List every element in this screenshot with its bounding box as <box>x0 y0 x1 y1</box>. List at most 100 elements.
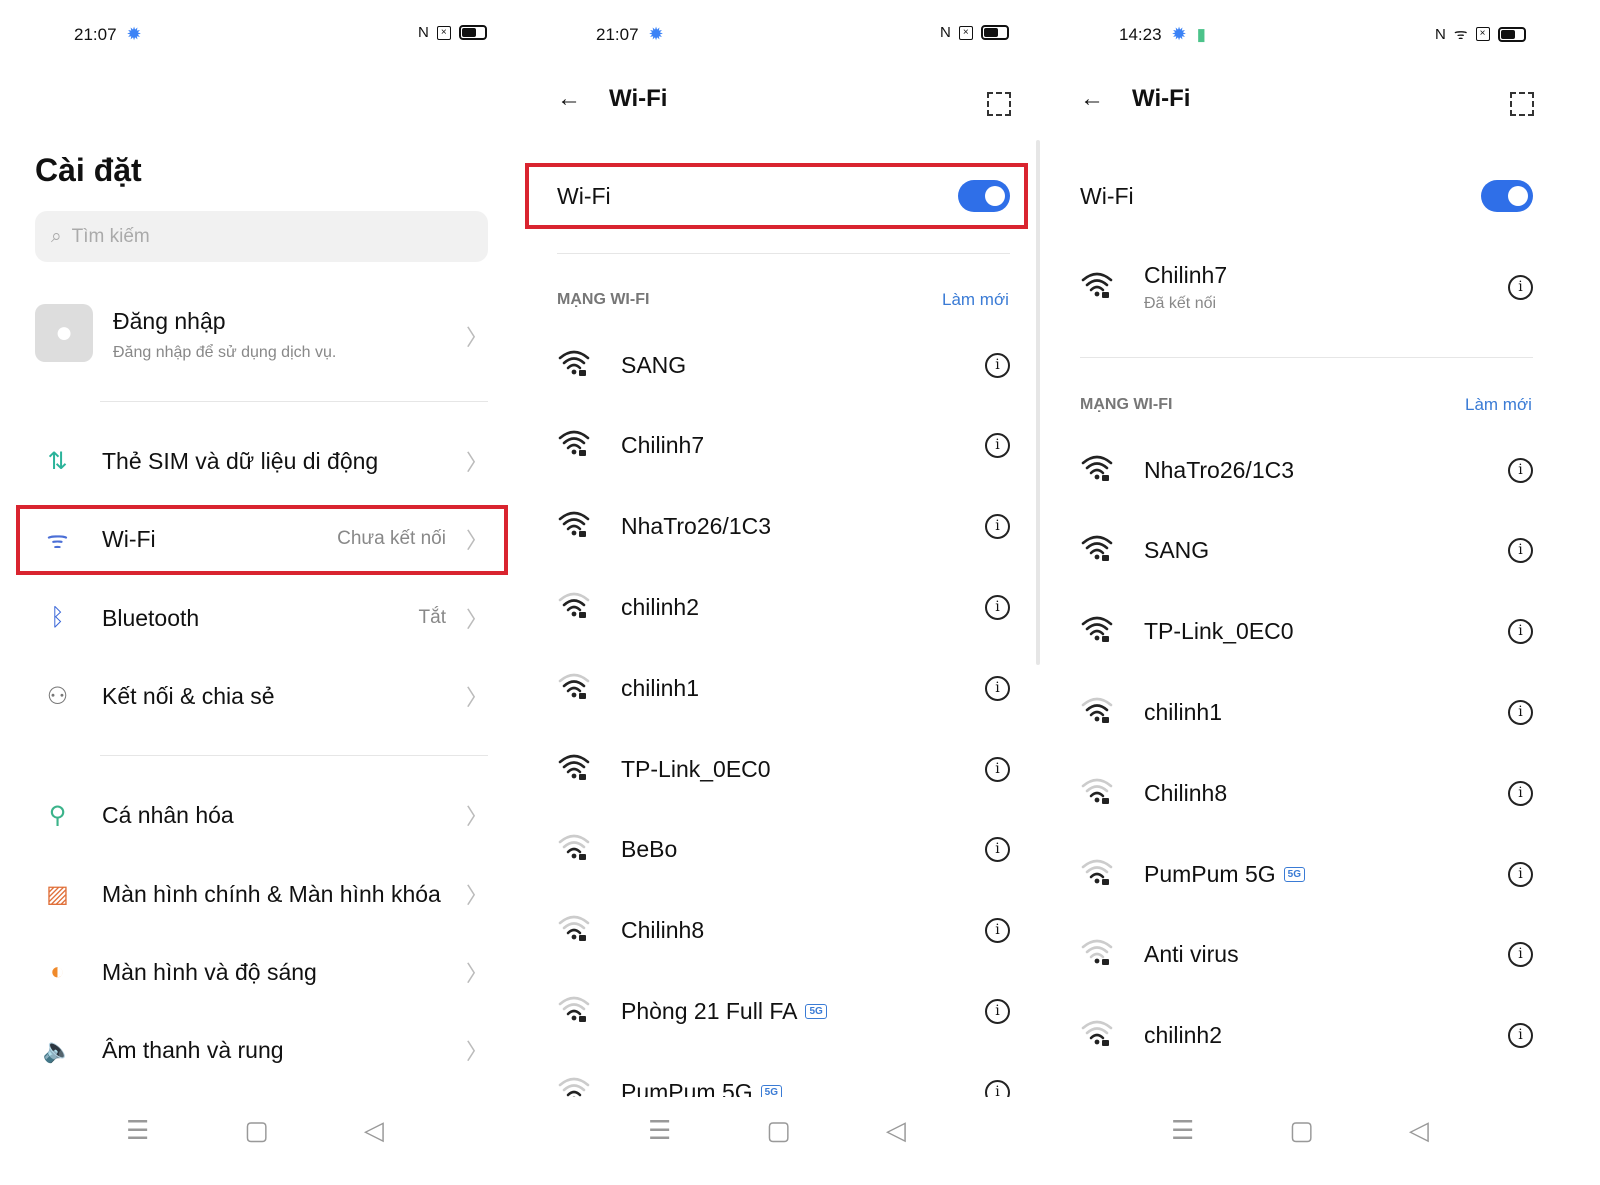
search-placeholder: Tìm kiếm <box>71 225 150 247</box>
menu-icon[interactable]: ☰ <box>126 1115 149 1146</box>
info-icon[interactable]: i <box>1508 861 1533 887</box>
section-header: MẠNG WI-FI <box>1080 396 1173 413</box>
info-icon[interactable]: i <box>1508 780 1533 806</box>
no-sim-icon: × <box>958 25 973 40</box>
menu-icon[interactable]: ☰ <box>1171 1115 1194 1146</box>
wifi-network-item[interactable]: chilinh1 i <box>1080 687 1533 737</box>
status-bar: 14:23 ✹ ▮ <box>1119 24 1206 45</box>
wifi-signal-icon <box>1080 270 1114 305</box>
home-icon[interactable]: ▢ <box>1289 1115 1314 1146</box>
settings-item[interactable]: ▨ Màn hình chính & Màn hình khóa 〉 <box>35 864 488 924</box>
settings-item[interactable]: ᛒ Bluetooth Tắt 〉 <box>35 588 488 648</box>
divider <box>557 253 1010 254</box>
info-icon[interactable]: i <box>1508 457 1533 483</box>
info-icon[interactable]: i <box>985 918 1010 944</box>
wifi-network-item[interactable]: NhaTro26/1C3 i <box>1080 445 1533 495</box>
info-icon[interactable]: i <box>985 514 1010 540</box>
wifi-network-item[interactable]: Anti virus i <box>1080 930 1533 980</box>
info-icon[interactable]: i <box>985 837 1010 863</box>
info-icon[interactable]: i <box>985 433 1010 459</box>
info-icon[interactable]: i <box>985 594 1010 620</box>
wifi-network-item[interactable]: TP-Link_0EC0 i <box>1080 607 1533 657</box>
wifi-network-item[interactable]: Chilinh8 i <box>1080 768 1533 818</box>
info-icon[interactable]: i <box>1508 1023 1533 1049</box>
info-icon[interactable]: i <box>985 675 1010 701</box>
highlight-box <box>525 163 1028 229</box>
chevron-right-icon: 〉 <box>465 325 488 350</box>
network-name: NhaTro26/1C3 <box>621 513 772 540</box>
network-name: SANG <box>621 351 687 378</box>
info-icon[interactable]: i <box>1508 942 1533 968</box>
back-arrow-icon[interactable]: ← <box>1080 85 1104 113</box>
wifi-network-item[interactable]: PumPum 5G 5G i <box>1080 849 1533 899</box>
settings-item[interactable]: 🔈 Âm thanh và rung 〉 <box>35 1020 488 1080</box>
back-arrow-icon[interactable]: ← <box>557 85 581 113</box>
settings-item[interactable]: ⇅ Thẻ SIM và dữ liệu di động 〉 <box>35 431 488 491</box>
header-title: Wi-Fi <box>609 85 668 112</box>
wifi-network-item[interactable]: Phòng 21 Full FA 5G i <box>557 986 1010 1036</box>
header-title: Wi-Fi <box>1132 85 1191 112</box>
battery-icon <box>980 25 1009 40</box>
network-name: PumPum 5G <box>1144 860 1276 887</box>
info-icon[interactable]: i <box>1508 619 1533 645</box>
gear-icon: ✹ <box>648 24 664 44</box>
chevron-right-icon: 〉 <box>465 961 488 986</box>
wifi-signal-icon <box>1080 695 1114 730</box>
info-icon[interactable]: i <box>1508 699 1533 725</box>
home-icon[interactable]: ▢ <box>766 1115 791 1146</box>
info-icon[interactable]: i <box>985 352 1010 378</box>
wifi-toggle[interactable] <box>1481 180 1533 212</box>
settings-item-label: Âm thanh và rung <box>102 1036 284 1063</box>
info-icon[interactable]: i <box>1508 538 1533 564</box>
settings-screen: 21:07 ✹ N × Cài đặt ⌕ Tìm kiếm ● Đăng nhập … <box>0 0 522 1185</box>
refresh-link[interactable]: Làm mới <box>942 290 1009 310</box>
wifi-status-icon: ᯤ <box>1453 26 1468 43</box>
sound-icon: 🔈 <box>42 1036 73 1064</box>
display-brightness-icon: ◐ <box>50 958 65 985</box>
wifi-signal-icon <box>1080 857 1114 892</box>
wifi-network-item[interactable]: chilinh1 i <box>557 663 1010 713</box>
wifi-network-item[interactable]: SANG i <box>1080 526 1533 576</box>
wifi-network-item[interactable]: chilinh2 i <box>557 582 1010 632</box>
network-name: BeBo <box>621 836 678 863</box>
back-icon[interactable]: ◁ <box>1409 1115 1429 1146</box>
divider <box>1080 357 1533 358</box>
settings-item[interactable]: ⚲ Cá nhân hóa 〉 <box>35 785 488 845</box>
wifi-network-item[interactable]: Chilinh7 i <box>557 421 1010 471</box>
nfc-icon: N <box>418 24 429 41</box>
wifi-network-item[interactable]: NhaTro26/1C3 i <box>557 502 1010 552</box>
wifi-toggle-label: Wi-Fi <box>1080 183 1134 209</box>
search-input[interactable]: ⌕ Tìm kiếm <box>35 211 488 262</box>
login-item[interactable]: ● Đăng nhập Đăng nhập để sử dụng dịch vụ… <box>35 304 488 364</box>
nav-bar: ☰ ▢ ◁ <box>1171 1115 1429 1146</box>
chevron-right-icon: 〉 <box>465 685 488 710</box>
wifi-network-item[interactable]: chilinh2 i <box>1080 1011 1533 1061</box>
info-icon[interactable]: i <box>985 998 1010 1024</box>
scan-qr-icon[interactable] <box>987 92 1011 116</box>
settings-item[interactable]: ⚇ Kết nối & chia sẻ 〉 <box>35 666 488 726</box>
scrollbar[interactable] <box>1036 140 1040 665</box>
header: ← Wi-Fi <box>557 85 667 113</box>
wifi-network-item[interactable]: SANG i <box>557 340 1010 390</box>
info-icon[interactable]: i <box>1508 275 1533 300</box>
status-bar: 21:07 ✹ <box>596 24 664 45</box>
bluetooth-icon: ᛒ <box>50 604 65 631</box>
connected-network[interactable]: Chilinh7 Đã kết nối i <box>1080 260 1533 315</box>
home-icon[interactable]: ▢ <box>244 1115 269 1146</box>
wifi-network-item[interactable]: BeBo i <box>557 825 1010 875</box>
back-icon[interactable]: ◁ <box>364 1115 384 1146</box>
refresh-link[interactable]: Làm mới <box>1465 395 1532 415</box>
wifi-screen-connected: 14:23 ✹ ▮ N ᯤ × ← Wi-Fi Wi-Fi Chilinh7 Đã kết… <box>1045 0 1567 1185</box>
divider <box>100 755 488 756</box>
info-icon[interactable]: i <box>985 756 1010 782</box>
menu-icon[interactable]: ☰ <box>648 1115 671 1146</box>
settings-item-label: Cá nhân hóa <box>102 801 234 828</box>
wifi-network-item[interactable]: TP-Link_0EC0 i <box>557 744 1010 794</box>
back-icon[interactable]: ◁ <box>886 1115 906 1146</box>
scan-qr-icon[interactable] <box>1510 92 1534 116</box>
chevron-right-icon: 〉 <box>465 883 488 908</box>
network-name: chilinh1 <box>1144 698 1222 725</box>
divider <box>100 401 488 402</box>
wifi-network-item[interactable]: Chilinh8 i <box>557 906 1010 956</box>
settings-item[interactable]: ◐ Màn hình và độ sáng 〉 <box>35 942 488 1002</box>
